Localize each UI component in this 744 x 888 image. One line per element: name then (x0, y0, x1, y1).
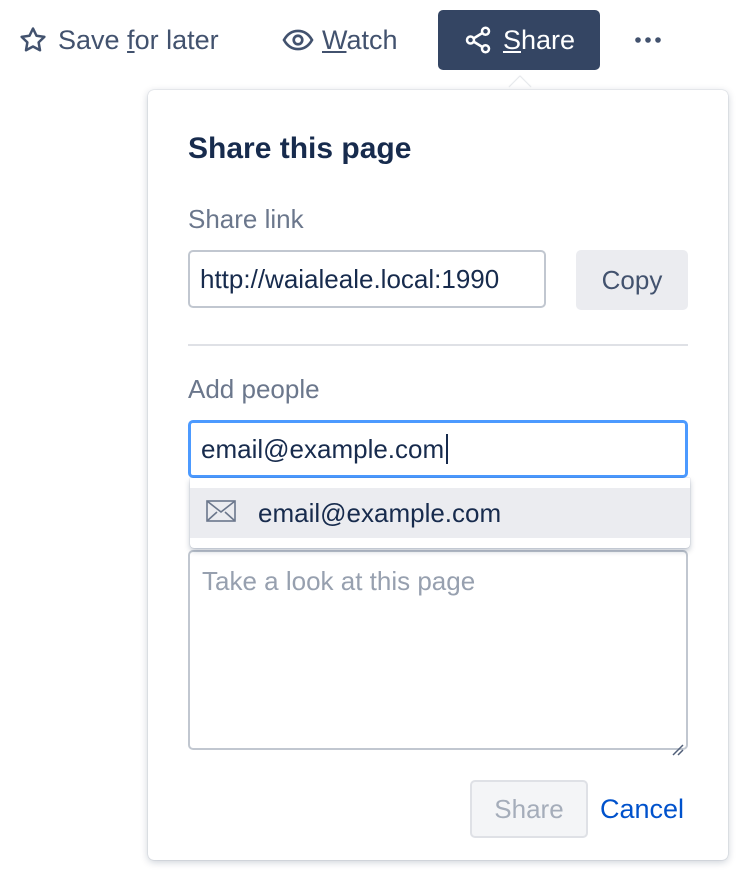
suggestion-dropdown: email@example.com (190, 478, 690, 548)
watch-label: Watch (322, 24, 398, 55)
share-toolbar-label: Share (502, 24, 576, 55)
copy-button[interactable]: Copy (576, 250, 688, 310)
eye-icon (282, 24, 314, 56)
share-toolbar-button[interactable]: Share (438, 10, 600, 70)
suggestion-text: email@example.com (258, 497, 502, 528)
save-for-later-button[interactable]: Save for later (18, 10, 219, 70)
add-people-label: Add people (188, 374, 320, 404)
more-icon (633, 35, 663, 45)
share-link-label: Share link (188, 204, 304, 234)
divider (188, 344, 688, 346)
cancel-link[interactable]: Cancel (600, 780, 684, 838)
star-icon (18, 25, 48, 55)
share-icon (463, 25, 493, 55)
watch-button[interactable]: Watch (282, 10, 398, 70)
popup-title: Share this page (188, 132, 412, 165)
more-actions-button[interactable] (632, 10, 664, 70)
resize-handle-icon[interactable] (670, 732, 684, 756)
share-link-input[interactable]: http://waialeale.local:1990 (188, 250, 546, 308)
save-for-later-label: Save for later (58, 24, 219, 55)
message-placeholder: Take a look at this page (202, 566, 476, 596)
text-caret (446, 434, 449, 464)
share-popup: Share this page Share link http://waiale… (148, 90, 728, 860)
mail-icon (206, 499, 236, 527)
add-people-value: email@example.com (201, 433, 445, 464)
suggestion-item[interactable]: email@example.com (190, 488, 690, 538)
share-link-value: http://waialeale.local:1990 (200, 263, 500, 294)
add-people-input[interactable]: email@example.com (188, 420, 688, 478)
share-submit-button[interactable]: Share (470, 780, 588, 838)
message-textarea[interactable]: Take a look at this page (188, 550, 688, 756)
